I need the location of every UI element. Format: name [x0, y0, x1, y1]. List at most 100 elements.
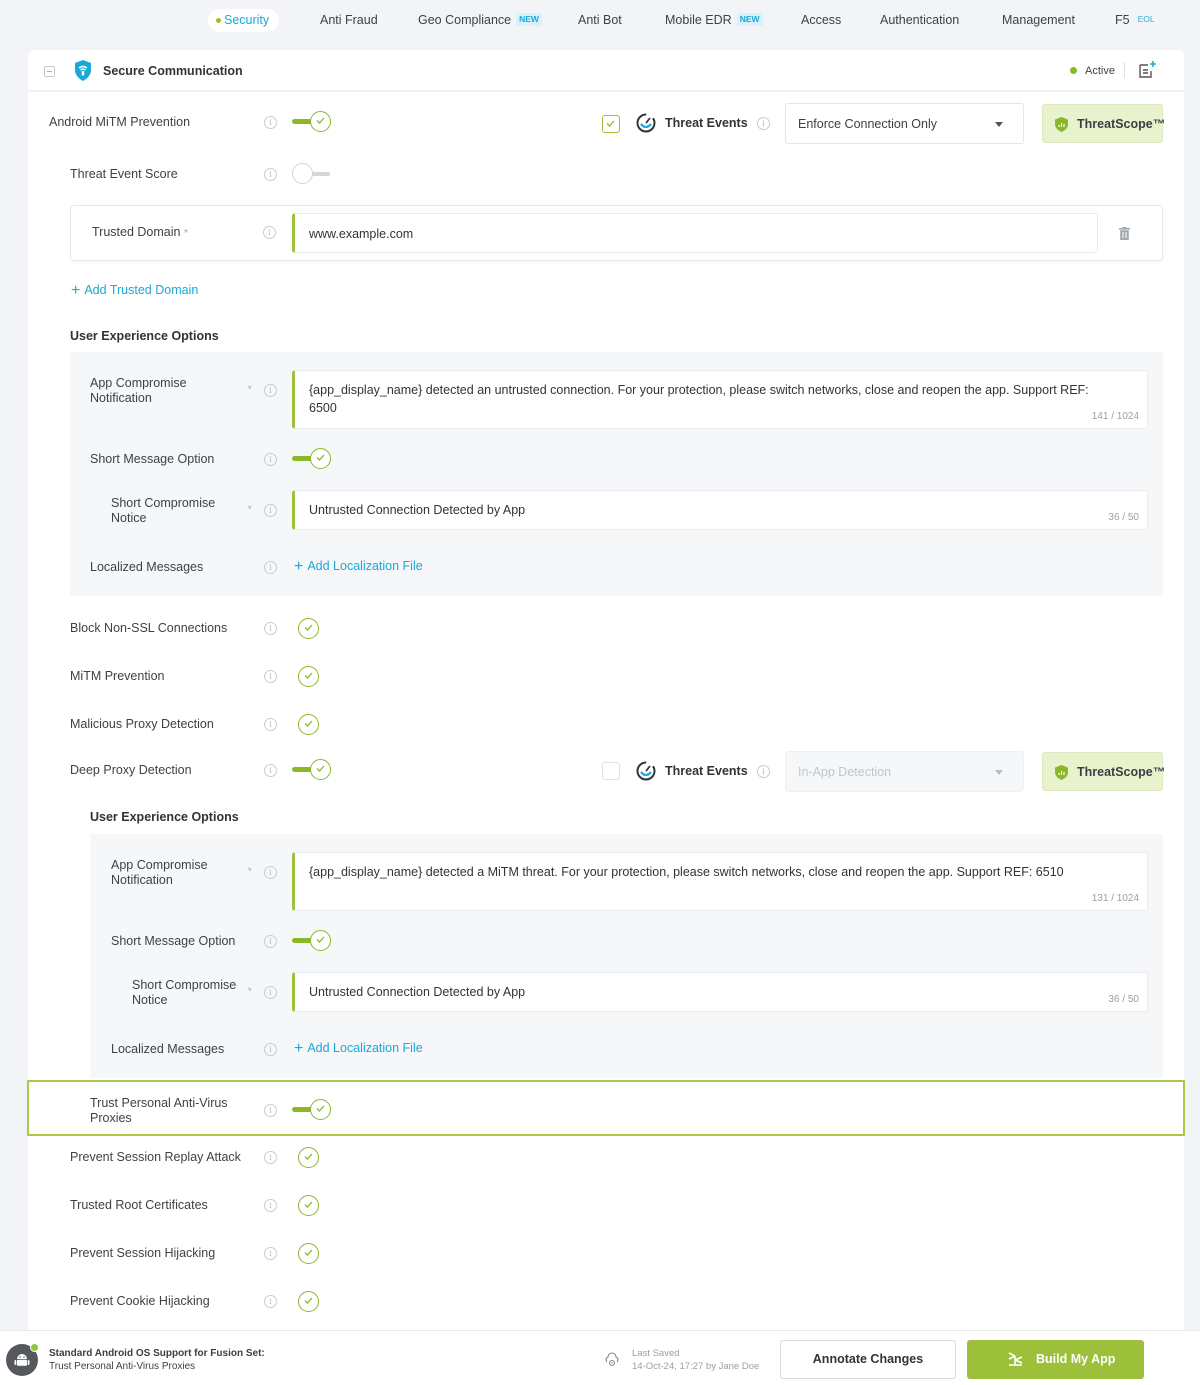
tab-security[interactable]: Security	[208, 9, 280, 32]
threat-events-icon	[636, 113, 656, 133]
info-icon[interactable]: i	[264, 1104, 277, 1117]
session-replay-check[interactable]	[298, 1147, 319, 1168]
check-icon	[606, 120, 615, 127]
caret-down-icon	[995, 770, 1003, 775]
android-mitm-toggle[interactable]	[292, 111, 332, 133]
tab-anti-fraud[interactable]: Anti Fraud	[320, 9, 378, 32]
info-icon[interactable]: i	[757, 117, 770, 130]
plus-icon: +	[71, 282, 81, 299]
info-icon[interactable]: i	[264, 1199, 277, 1212]
threatscope-button[interactable]: ThreatScope™	[1042, 104, 1165, 143]
short-message-toggle[interactable]	[292, 930, 332, 952]
collapse-toggle[interactable]	[44, 66, 55, 77]
tab-anti-bot[interactable]: Anti Bot	[578, 9, 622, 32]
annotate-changes-button[interactable]: Annotate Changes	[780, 1340, 956, 1379]
info-icon[interactable]: i	[264, 935, 277, 948]
last-saved-label: Last Saved	[632, 1348, 680, 1359]
info-icon[interactable]: i	[264, 1247, 277, 1260]
fusion-set-subtitle: Trust Personal Anti-Virus Proxies	[49, 1361, 196, 1372]
ux-options-box: App Compromise Notification * i {app_disp…	[90, 834, 1163, 1078]
tab-management[interactable]: Management	[1002, 9, 1075, 32]
info-icon[interactable]: i	[264, 1043, 277, 1056]
mitm-prevention-check[interactable]	[298, 666, 319, 687]
threat-event-score-toggle[interactable]	[292, 163, 332, 185]
trust-av-label: Trust Personal Anti-Virus Proxies	[90, 1096, 228, 1125]
active-dot	[216, 18, 221, 23]
info-icon[interactable]: i	[264, 453, 277, 466]
trust-av-toggle[interactable]	[292, 1099, 332, 1121]
tab-mobile-edr[interactable]: Mobile EDR NEW	[665, 9, 763, 32]
page-gutter-left	[0, 800, 28, 1330]
add-localization-link[interactable]: + Add Localization File	[294, 558, 423, 576]
enforcement-select[interactable]: Enforce Connection Only	[785, 103, 1024, 144]
short-message-toggle[interactable]	[292, 448, 332, 470]
short-message-label: Short Message Option	[111, 934, 236, 948]
check-icon	[304, 720, 313, 727]
threat-events-label: Threat Events	[665, 116, 748, 130]
app-compromise-textarea[interactable]: {app_display_name} detected an untrusted…	[292, 370, 1148, 429]
ux-options-title: User Experience Options	[70, 329, 219, 343]
info-icon[interactable]: i	[264, 1295, 277, 1308]
check-row-label: MiTM Prevention	[70, 669, 165, 683]
trusted-root-check[interactable]	[298, 1195, 319, 1216]
check-icon	[316, 765, 325, 772]
tab-geo-compliance[interactable]: Geo Compliance NEW	[418, 9, 542, 32]
build-my-app-button[interactable]: Build My App	[967, 1340, 1144, 1379]
session-hijacking-check[interactable]	[298, 1243, 319, 1264]
tab-f5[interactable]: F5 EOL	[1115, 9, 1158, 32]
deep-proxy-toggle[interactable]	[292, 759, 332, 781]
panel-title: Secure Communication	[103, 64, 243, 78]
caret-down-icon	[995, 122, 1003, 127]
android-mitm-label: Android MiTM Prevention	[49, 115, 191, 129]
build-icon	[1008, 1352, 1023, 1366]
info-icon[interactable]: i	[264, 561, 277, 574]
threat-events-checkbox[interactable]	[602, 115, 620, 133]
info-icon[interactable]: i	[264, 718, 277, 731]
trusted-domain-input[interactable]: www.example.com	[292, 213, 1098, 253]
info-icon[interactable]: i	[264, 764, 277, 777]
short-notice-input[interactable]: Untrusted Connection Detected by App 36 /…	[292, 490, 1148, 530]
trash-icon[interactable]	[1119, 227, 1130, 240]
check-icon	[316, 936, 325, 943]
cookie-hijacking-check[interactable]	[298, 1291, 319, 1312]
status-dot	[1070, 67, 1077, 74]
info-icon[interactable]: i	[264, 866, 277, 879]
add-note-icon[interactable]	[1137, 60, 1157, 80]
check-row-label: Malicious Proxy Detection	[70, 717, 214, 731]
check-row-label: Prevent Cookie Hijacking	[70, 1294, 210, 1308]
tab-authentication[interactable]: Authentication	[880, 9, 959, 32]
check-row-label: Prevent Session Replay Attack	[70, 1150, 241, 1164]
detection-select[interactable]: In-App Detection	[785, 751, 1024, 792]
short-notice-input[interactable]: Untrusted Connection Detected by App 36 /…	[292, 972, 1148, 1012]
info-icon[interactable]: i	[264, 986, 277, 999]
short-notice-label: Short Compromise Notice	[111, 496, 216, 525]
add-trusted-domain-link[interactable]: + Add Trusted Domain	[71, 282, 198, 300]
malicious-proxy-check[interactable]	[298, 714, 319, 735]
info-icon[interactable]: i	[264, 622, 277, 635]
android-icon	[6, 1343, 39, 1376]
check-icon	[304, 672, 313, 679]
info-icon[interactable]: i	[264, 670, 277, 683]
ux-options-box: App Compromise Notification * i {app_disp…	[70, 352, 1163, 596]
info-icon[interactable]: i	[264, 168, 277, 181]
info-icon[interactable]: i	[264, 504, 277, 517]
localized-messages-label: Localized Messages	[111, 1042, 225, 1056]
info-icon[interactable]: i	[757, 765, 770, 778]
localized-messages-label: Localized Messages	[90, 560, 204, 574]
info-icon[interactable]: i	[264, 116, 277, 129]
app-compromise-textarea[interactable]: {app_display_name} detected a MiTM threa…	[292, 852, 1148, 911]
tab-access[interactable]: Access	[801, 9, 841, 32]
info-icon[interactable]: i	[264, 1151, 277, 1164]
new-badge: NEW	[516, 13, 542, 26]
info-icon[interactable]: i	[263, 226, 276, 239]
required-marker: *	[248, 504, 252, 514]
threatscope-button[interactable]: ThreatScope™	[1042, 752, 1165, 791]
plus-icon: +	[294, 558, 304, 575]
check-row-label: Trusted Root Certificates	[70, 1198, 208, 1212]
block-non-ssl-check[interactable]	[298, 618, 319, 639]
threat-events-checkbox[interactable]	[602, 762, 620, 780]
check-icon	[316, 454, 325, 461]
check-row-label: Prevent Session Hijacking	[70, 1246, 216, 1260]
info-icon[interactable]: i	[264, 384, 277, 397]
add-localization-link[interactable]: + Add Localization File	[294, 1040, 423, 1058]
